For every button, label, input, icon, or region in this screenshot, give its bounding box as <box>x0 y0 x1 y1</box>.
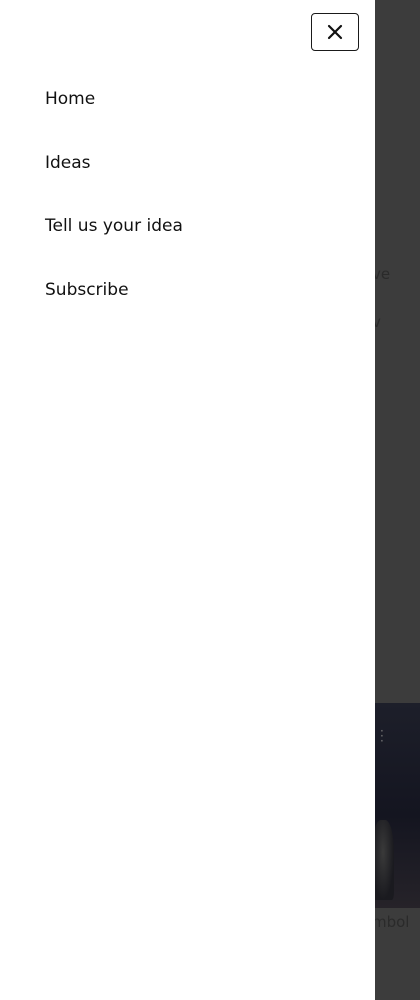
nav-item-home[interactable]: Home <box>45 88 183 110</box>
nav-item-tell-us-your-idea[interactable]: Tell us your idea <box>45 215 183 237</box>
close-button[interactable] <box>311 13 359 51</box>
page: ve v · · · mbol Home Ideas Tell us your id… <box>0 0 420 1000</box>
nav-item-ideas[interactable]: Ideas <box>45 152 183 174</box>
nav-item-subscribe[interactable]: Subscribe <box>45 279 183 301</box>
close-icon <box>327 24 343 40</box>
nav-menu: Home Ideas Tell us your idea Subscribe <box>45 88 183 342</box>
background-text-fragment: mbol <box>372 913 410 931</box>
navigation-drawer: Home Ideas Tell us your idea Subscribe <box>0 0 375 1000</box>
video-thumbnail-figure <box>372 820 394 900</box>
more-options-icon: · · · <box>380 724 384 748</box>
